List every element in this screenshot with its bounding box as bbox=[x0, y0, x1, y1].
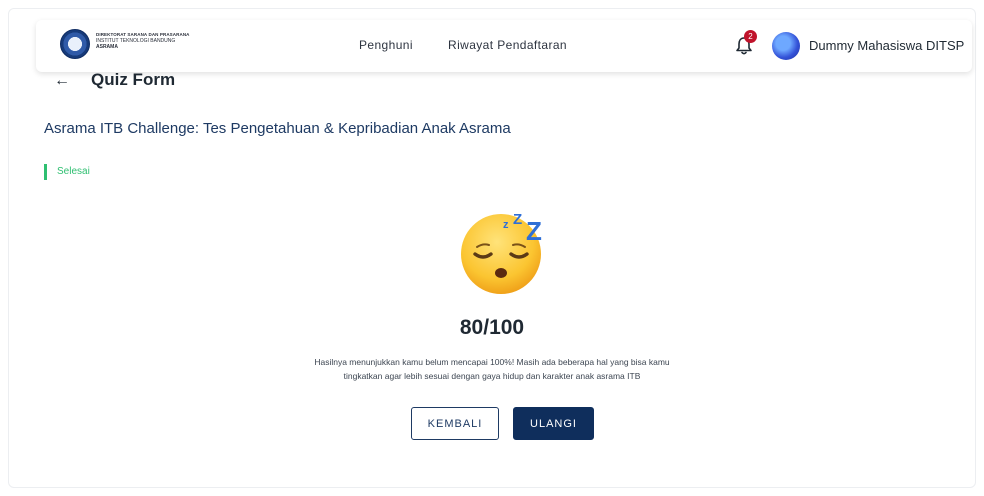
itb-logo[interactable] bbox=[60, 29, 90, 59]
status-indicator: Selesai bbox=[44, 164, 90, 180]
sleeping-face-icon: z Z Z bbox=[461, 211, 542, 294]
kembali-button[interactable]: KEMBALI bbox=[411, 407, 499, 440]
notification-badge: 2 bbox=[744, 30, 757, 43]
back-arrow-icon[interactable]: ← bbox=[54, 72, 70, 90]
quiz-title: Asrama ITB Challenge: Tes Pengetahuan & … bbox=[44, 120, 511, 137]
result-description-line-1: Hasilnya menunjukkan kamu belum mencapai… bbox=[314, 357, 670, 367]
logo-line-3: ASRAMA bbox=[96, 44, 118, 50]
page-title: Quiz Form bbox=[91, 70, 176, 89]
svg-text:Z: Z bbox=[513, 211, 522, 228]
logo-text: DIREKTORAT SARANA DAN PRASARANA INSTITUT… bbox=[96, 32, 190, 50]
status-label: Selesai bbox=[57, 166, 90, 177]
result-description-line-2: tingkatkan agar lebih sesuai dengan gaya… bbox=[343, 371, 641, 381]
nav-penghuni[interactable]: Penghuni bbox=[359, 38, 413, 52]
top-navbar: DIREKTORAT SARANA DAN PRASARANA INSTITUT… bbox=[36, 20, 972, 72]
nav-riwayat-pendaftaran[interactable]: Riwayat Pendaftaran bbox=[448, 38, 567, 52]
score: 80/100 bbox=[459, 316, 525, 339]
svg-text:z: z bbox=[503, 219, 509, 231]
result-description: Hasilnya menunjukkan kamu belum mencapai… bbox=[252, 355, 732, 383]
svg-text:Z: Z bbox=[526, 216, 542, 246]
ulangi-button[interactable]: ULANGI bbox=[513, 407, 594, 440]
avatar[interactable] bbox=[772, 32, 800, 60]
user-name[interactable]: Dummy Mahasiswa DITSP bbox=[809, 38, 964, 53]
